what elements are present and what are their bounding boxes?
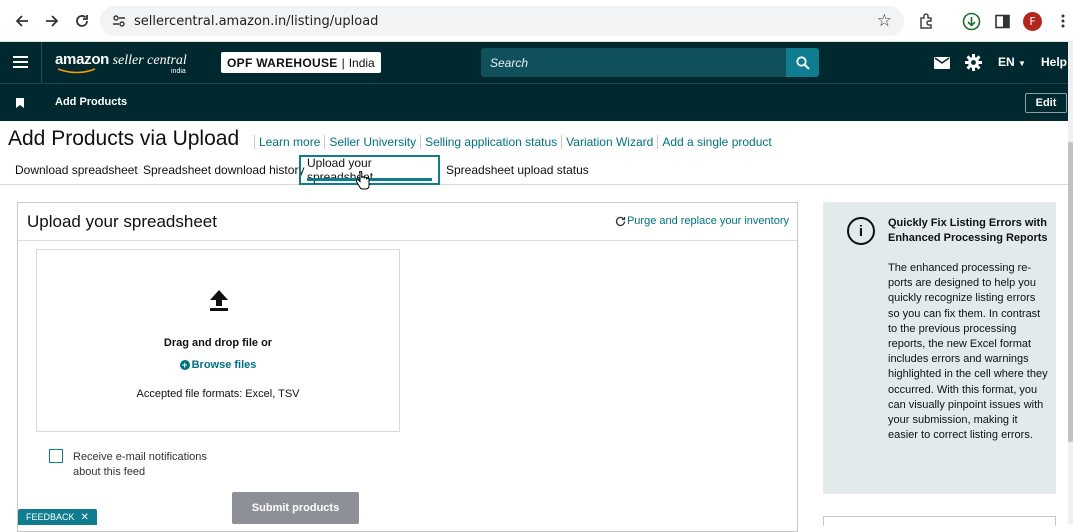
upload-card: Upload your spreadsheet Purge and replac… (17, 202, 798, 532)
info-panel-title: Quickly Fix Listing Errors with Enhanced… (888, 217, 1048, 244)
subheader-title[interactable]: Add Products (55, 96, 127, 108)
search-icon (795, 55, 810, 70)
store-selector[interactable]: OPF WAREHOUSE | India (221, 52, 381, 73)
upload-card-title: Upload your spreadsheet (27, 212, 217, 231)
reload-icon[interactable] (68, 7, 96, 35)
email-notification-label[interactable]: Receive e-mail notifications about this … (73, 450, 233, 480)
variation-wizard-link[interactable]: Variation Wizard (561, 135, 657, 149)
browser-toolbar: sellercentral.amazon.in/listing/upload ☆… (0, 0, 1073, 42)
site-info-icon[interactable] (110, 12, 128, 30)
title-links: Learn more Seller University Selling app… (254, 135, 776, 149)
url-text[interactable]: sellercentral.amazon.in/listing/upload (134, 14, 378, 29)
page-scrollbar[interactable] (1068, 42, 1073, 524)
search-button[interactable] (786, 48, 819, 77)
accepted-formats-text: Accepted file formats: Excel, TSV (136, 388, 300, 400)
file-dropzone[interactable]: Drag and drop file or + Browse files Acc… (36, 249, 400, 432)
hamburger-menu-icon[interactable] (13, 56, 28, 68)
browse-files-link[interactable]: + Browse files (37, 359, 399, 371)
extensions-icon[interactable] (916, 11, 936, 31)
info-panel-body: The enhanced processing re-ports are des… (888, 262, 1048, 442)
upload-card-header: Upload your spreadsheet Purge and replac… (18, 203, 797, 241)
tab-download-spreadsheet[interactable]: Download spreadsheet (15, 155, 138, 185)
download-icon[interactable] (961, 11, 981, 31)
back-icon[interactable] (8, 7, 36, 35)
chevron-down-icon: ▼ (1018, 59, 1026, 68)
info-icon: i (847, 217, 875, 245)
edit-button[interactable]: Edit (1025, 93, 1067, 113)
search-input[interactable]: Search (481, 48, 786, 77)
seller-central-logo[interactable]: amazon seller central india (55, 51, 187, 75)
add-single-product-link[interactable]: Add a single product (657, 135, 775, 149)
language-selector[interactable]: EN ▼ (998, 55, 1026, 69)
refresh-icon (615, 216, 626, 226)
selling-application-status-link[interactable]: Selling application status (420, 135, 561, 149)
page-title: Add Products via Upload (8, 127, 240, 150)
gear-icon[interactable] (965, 54, 982, 76)
info-panel: i Quickly Fix Listing Errors with Enhanc… (823, 202, 1056, 494)
feedback-tab[interactable]: FEEDBACK ✕ (18, 509, 97, 525)
scrollbar-thumb[interactable] (1068, 142, 1073, 442)
email-notification-checkbox[interactable] (49, 449, 63, 463)
help-link[interactable]: Help (1041, 55, 1067, 69)
seller-university-link[interactable]: Seller University (324, 135, 420, 149)
tab-spreadsheet-download-history[interactable]: Spreadsheet download history (143, 155, 304, 185)
header-divider (41, 42, 42, 83)
page-subheader: Add Products Edit (0, 83, 1073, 121)
seller-central-header: amazon seller central india OPF WAREHOUS… (0, 42, 1073, 83)
side-panel-icon[interactable] (992, 11, 1012, 31)
secondary-panel (823, 516, 1056, 526)
close-icon[interactable]: ✕ (81, 512, 89, 523)
browser-menu-icon[interactable] (1053, 11, 1073, 31)
tab-spreadsheet-upload-status[interactable]: Spreadsheet upload status (446, 155, 589, 185)
learn-more-link[interactable]: Learn more (254, 135, 324, 149)
plus-circle-icon: + (179, 360, 190, 370)
hand-cursor-icon (356, 171, 370, 190)
purge-inventory-link[interactable]: Purge and replace your inventory (615, 215, 789, 227)
upload-icon (210, 290, 228, 311)
bookmark-icon[interactable] (16, 98, 24, 108)
upload-tabs: Download spreadsheet Spreadsheet downloa… (0, 155, 1073, 185)
mail-icon[interactable] (934, 56, 950, 74)
bookmark-star-icon[interactable]: ☆ (877, 11, 892, 31)
profile-avatar[interactable]: F (1023, 12, 1042, 31)
drag-drop-text: Drag and drop file or (163, 337, 273, 349)
forward-icon[interactable] (38, 7, 66, 35)
smile-logo-icon (57, 68, 96, 74)
address-bar[interactable]: sellercentral.amazon.in/listing/upload ☆ (100, 6, 904, 36)
submit-products-button[interactable]: Submit products (232, 492, 359, 524)
